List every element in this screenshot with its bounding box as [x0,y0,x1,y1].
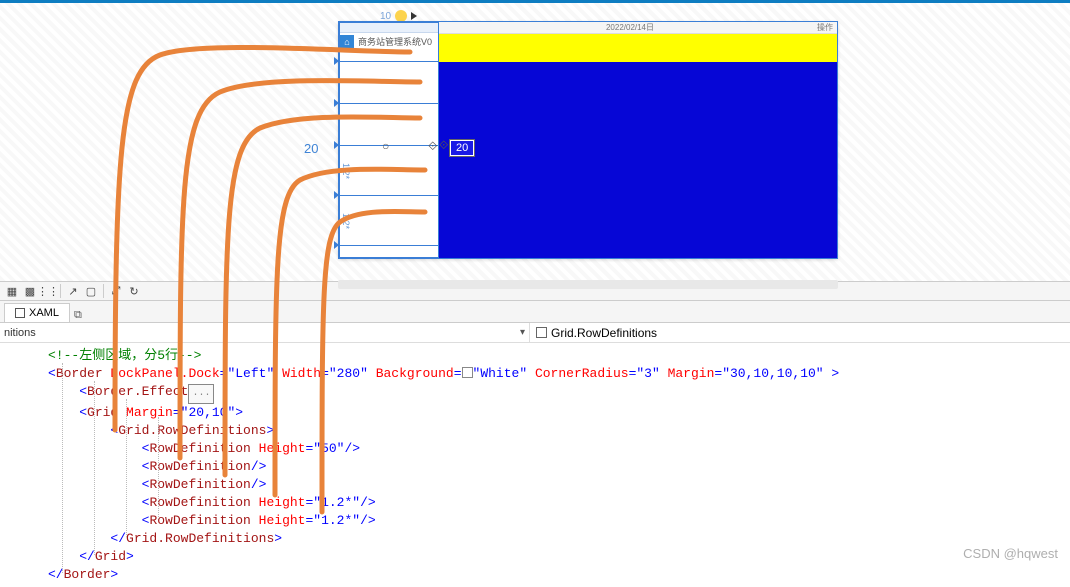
color-swatch-icon [462,367,473,378]
ruler-number: 10 [380,11,391,22]
collapse-box[interactable]: ... [188,384,214,404]
grid-row-line[interactable] [340,103,438,104]
grid-row-line[interactable] [340,195,438,196]
selection-handle[interactable]: ○ [382,139,396,153]
code-editor[interactable]: <!--左侧区域，分5行--> <Border DockPanel.Dock="… [0,343,1070,587]
chevron-down-icon[interactable]: ▾ [520,327,525,338]
breadcrumb-right[interactable]: Grid.RowDefinitions [530,323,1070,342]
blue-region [439,62,837,258]
code-line: </Border> [0,566,1070,584]
horizontal-scrollbar[interactable] [338,280,838,289]
dots-icon[interactable]: ⋮⋮ [40,283,56,299]
code-line: <Border DockPanel.Dock="Left" Width="280… [0,365,1070,383]
preview-header: 2022/02/14日 操作 [439,22,837,34]
panel-title: 商务站管理系统V0 [358,35,432,48]
breadcrumb-left[interactable]: nitions ▾ [0,323,530,342]
code-line: <RowDefinition/> [0,476,1070,494]
refresh-icon[interactable]: ↻ [126,283,142,299]
code-line: <Grid Margin="20,10"> [0,404,1070,422]
xaml-file-icon [15,308,25,318]
code-line: <!--左侧区域，分5行--> [0,347,1070,365]
code-line: <Grid.RowDefinitions> [0,422,1070,440]
design-canvas[interactable]: ⌂ 商务站管理系统V0 1.2* 1.2* ⟐ ○ 2022/02/14日 操作 [338,21,838,259]
panel-header [340,23,438,33]
code-line: </Grid> [0,548,1070,566]
play-icon[interactable] [411,12,417,20]
row-label: 1.2* [341,213,351,229]
tab-bar: XAML ⧉ [0,301,1070,323]
designer-side-number: 20 [304,141,318,156]
grid-dense-icon[interactable]: ▩ [22,283,38,299]
code-line: <RowDefinition Height="1.2*"/> [0,494,1070,512]
code-line: <RowDefinition Height="50"/> [0,440,1070,458]
watermark: CSDN @hqwest [963,546,1058,561]
separator [60,284,61,298]
breadcrumb-bar: nitions ▾ Grid.RowDefinitions [0,323,1070,343]
left-panel-design[interactable]: ⌂ 商务站管理系统V0 1.2* 1.2* ⟐ ○ [339,22,439,258]
box-icon[interactable]: ▢ [83,283,99,299]
separator [103,284,104,298]
code-line: </Grid.RowDefinitions> [0,530,1070,548]
code-line: <RowDefinition/> [0,458,1070,476]
preview-panel: 2022/02/14日 操作 [439,22,837,258]
code-line: <Border.Effect... [0,383,1070,404]
row-label: 1.2* [341,163,351,179]
designer-surface[interactable]: 10 20 ⌂ 商务站管理系统V0 1.2* 1.2* ⟐ ○ 2 [0,3,1070,281]
expand-icon[interactable]: ⤢ [108,283,124,299]
home-icon[interactable]: ⌂ [340,35,354,49]
grid-row-line[interactable] [340,245,438,246]
code-line: <RowDefinition Height="1.2*"/> [0,512,1070,530]
grid-row-line[interactable] [340,61,438,62]
popout-icon[interactable]: ⧉ [74,309,82,322]
arrow-icon[interactable]: ↗ [65,283,81,299]
tab-label: XAML [29,307,59,319]
grid-icon[interactable]: ▦ [4,283,20,299]
element-icon [536,327,547,338]
tab-xaml[interactable]: XAML [4,303,70,322]
selection-size-badge: 20 [450,140,474,156]
yellow-region [439,34,837,62]
